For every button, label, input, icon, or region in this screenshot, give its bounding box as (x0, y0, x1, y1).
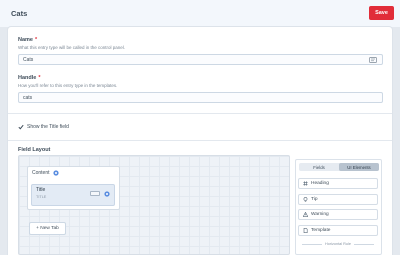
name-hint: What this entry type will be called in t… (18, 45, 126, 50)
document-icon (303, 228, 308, 233)
ui-element-tip[interactable]: Tip (298, 194, 378, 205)
new-tab-button[interactable]: + New Tab (29, 222, 66, 235)
save-button[interactable]: Save (369, 6, 394, 20)
show-title-label: Show the Title field (27, 124, 69, 130)
name-input-value: Cats (23, 56, 34, 63)
field-name: Title (36, 187, 46, 193)
field-layout-label: Field Layout (18, 147, 51, 153)
ui-element-warning[interactable]: Warning (298, 209, 378, 220)
required-mark: * (34, 37, 38, 43)
ui-element-horizontal-rule[interactable]: Horizontal Rule (298, 240, 378, 248)
warning-icon (303, 212, 308, 217)
sidebar-tabs: Fields UI Elements (299, 163, 379, 171)
divider (8, 140, 392, 141)
ui-element-label: Heading (311, 181, 329, 186)
name-label: Name * (18, 37, 37, 43)
tab-ui-elements[interactable]: UI Elements (339, 163, 379, 171)
top-bar: Cats Save (0, 0, 400, 27)
divider (8, 113, 392, 114)
ui-element-template[interactable]: Template (298, 225, 378, 236)
field-handle: TITLE (36, 195, 47, 199)
tab-fields[interactable]: Fields (299, 163, 339, 171)
gear-icon[interactable] (104, 191, 110, 197)
show-title-checkbox[interactable]: Show the Title field (18, 124, 69, 130)
handle-hint: How you'll refer to this entry type in t… (18, 83, 118, 88)
checkmark-icon (18, 124, 24, 130)
ui-element-label: Tip (311, 197, 318, 202)
handle-input[interactable]: cats (18, 92, 383, 103)
ui-element-label: Warning (311, 212, 329, 217)
rule-label: Horizontal Rule (322, 242, 354, 246)
page-title: Cats (11, 9, 28, 18)
ui-element-heading[interactable]: Heading (298, 178, 378, 189)
ui-element-label: Template (311, 228, 331, 233)
tab-name: Content (32, 170, 50, 176)
handle-label-text: Handle (18, 75, 37, 81)
field-width-toggle[interactable] (90, 191, 100, 196)
name-input[interactable]: Cats (18, 54, 383, 65)
handle-label: Handle * (18, 75, 40, 81)
layout-tab-header[interactable]: Content (32, 170, 59, 176)
gear-icon[interactable] (52, 170, 59, 176)
translate-icon (369, 57, 377, 63)
lightbulb-icon (303, 197, 308, 202)
name-label-text: Name (18, 37, 33, 43)
required-mark: * (38, 75, 41, 81)
handle-input-value: cats (23, 94, 33, 101)
hash-icon (303, 181, 308, 186)
